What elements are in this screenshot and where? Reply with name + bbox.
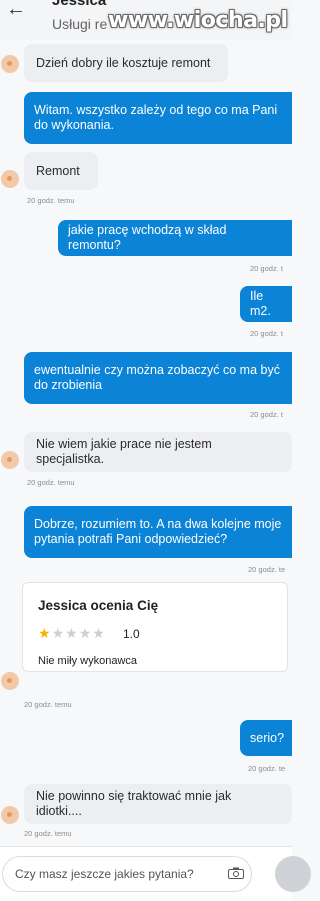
message-text: Witam. wszystko zależy od tego co ma Pan… <box>34 103 278 132</box>
outgoing-message: serio? <box>240 720 292 756</box>
send-button[interactable] <box>275 856 311 892</box>
incoming-message: Remont <box>24 152 98 190</box>
avatar <box>1 672 19 690</box>
camera-icon[interactable] <box>228 867 244 879</box>
star-filled-icon: ★ <box>38 625 52 641</box>
contact-subtitle: Usługi re <box>52 16 108 32</box>
message-timestamp: 20 godz. t <box>250 264 283 273</box>
message-text: Dzień dobry ile kosztuje remont <box>36 55 211 70</box>
contact-name: Jessica <box>52 0 107 9</box>
star-empty-icon: ★ <box>65 625 79 641</box>
review-text: Nie miły wykonawca <box>38 655 138 667</box>
chat-header: ← Jessica Usługi re www.wiocha.pl <box>0 0 292 40</box>
message-timestamp: 20 godz. t <box>250 329 283 338</box>
message-input[interactable]: Czy masz jeszcze jakies pytania? <box>2 856 252 892</box>
message-timestamp: 20 godz. temu <box>27 478 75 487</box>
avatar <box>1 806 19 824</box>
star-empty-icon: ★ <box>78 625 93 641</box>
watermark: www.wiocha.pl <box>108 8 288 33</box>
review-card: Jessica ocenia Cię ★★★★★ 1.0 Nie miły wy… <box>22 582 288 672</box>
incoming-message: Dzień dobry ile kosztuje remont <box>24 44 228 82</box>
message-timestamp: 20 godz. temu <box>27 196 75 205</box>
outgoing-message: jakie pracę wchodzą w skład remontu? <box>58 220 292 256</box>
message-text: Nie wiem jakie prace nie jestem specjali… <box>36 437 212 466</box>
message-text: jakie pracę wchodzą w skład remontu? <box>68 223 227 252</box>
message-timestamp: 20 godz. temu <box>24 829 72 838</box>
message-text: ewentualnie czy można zobaczyć co ma być… <box>34 363 280 392</box>
rating-value: 1.0 <box>123 627 140 641</box>
message-text: Dobrze, rozumiem to. A na dwa kolejne mo… <box>34 517 282 546</box>
outgoing-message: Witam. wszystko zależy od tego co ma Pan… <box>24 92 292 144</box>
outgoing-message: ewentualnie czy można zobaczyć co ma być… <box>24 352 292 404</box>
star-empty-icon: ★ <box>51 625 66 641</box>
avatar <box>1 170 19 188</box>
incoming-message: Nie wiem jakie prace nie jestem specjali… <box>24 432 292 472</box>
message-text: serio? <box>250 730 285 745</box>
avatar <box>1 451 19 469</box>
rating-stars: ★★★★★ <box>38 625 106 642</box>
avatar <box>1 55 19 73</box>
message-input-placeholder: Czy masz jeszcze jakies pytania? <box>15 867 194 881</box>
review-title: Jessica ocenia Cię <box>38 598 159 613</box>
message-timestamp: 20 godz. te <box>248 565 286 574</box>
incoming-message: Nie powinno się traktować mnie jak idiot… <box>24 784 292 824</box>
message-timestamp: 20 godz. t <box>250 410 283 419</box>
message-timestamp: 20 godz. te <box>248 764 286 773</box>
message-composer: Czy masz jeszcze jakies pytania? <box>0 846 311 901</box>
message-text: Nie powinno się traktować mnie jak idiot… <box>36 789 232 818</box>
outgoing-message: Dobrze, rozumiem to. A na dwa kolejne mo… <box>24 506 292 558</box>
back-arrow-icon[interactable]: ← <box>6 0 26 21</box>
message-text: Remont <box>36 163 80 178</box>
outgoing-message: Ile m2. <box>240 286 292 322</box>
star-empty-icon: ★ <box>92 625 106 641</box>
message-text: Ile m2. <box>250 289 271 318</box>
message-timestamp: 20 godz. temu <box>24 700 72 709</box>
